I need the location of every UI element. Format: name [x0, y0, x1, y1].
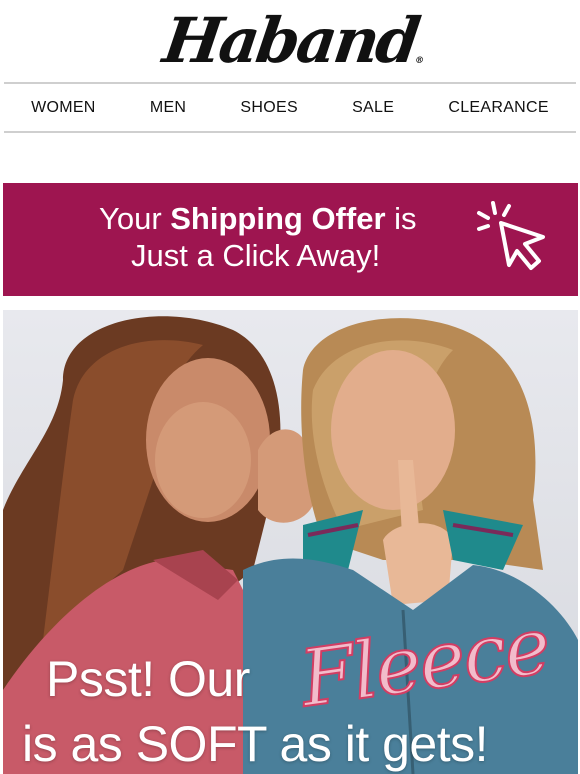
header-logo-area: Haband ® [0, 0, 580, 82]
banner-line-1-prefix: Your [99, 201, 171, 236]
nav-item-men[interactable]: MEN [150, 99, 186, 117]
hero-headline-part-1: Psst! Our [46, 651, 250, 707]
banner-line-1: Your Shipping Offer is [99, 201, 417, 237]
banner-line-1-bold: Shipping Offer [170, 201, 386, 236]
hero-headline-part-2: is as SOFT as it gets! [22, 716, 489, 772]
nav-item-women[interactable]: WOMEN [31, 99, 96, 117]
brand-name: Haband [158, 4, 422, 77]
shipping-offer-banner[interactable]: Your Shipping Offer is Just a Click Away… [3, 183, 578, 296]
registered-mark: ® [413, 56, 425, 66]
click-cursor-icon [477, 201, 545, 270]
nav-item-sale[interactable]: SALE [352, 99, 394, 117]
banner-line-1-suffix: is [385, 201, 417, 236]
haband-logo[interactable]: Haband ® [159, 4, 425, 77]
main-nav: WOMEN MEN SHOES SALE CLEARANCE [4, 84, 576, 131]
nav-divider-bottom [4, 131, 576, 133]
banner-line-2: Just a Click Away! [131, 238, 381, 273]
nav-item-shoes[interactable]: SHOES [240, 99, 298, 117]
nav-item-clearance[interactable]: CLEARANCE [448, 99, 549, 117]
